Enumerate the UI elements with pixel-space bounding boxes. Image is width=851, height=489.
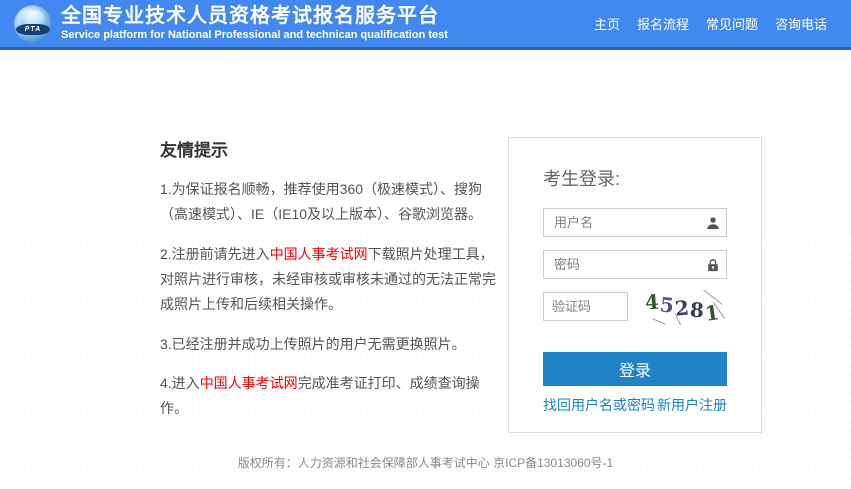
captcha-image[interactable]: 45281	[638, 290, 727, 326]
site-titles: 全国专业技术人员资格考试报名服务平台 Service platform for …	[61, 5, 448, 42]
captcha-digit: 4	[644, 290, 661, 315]
tip-item: 4.进入中国人事考试网完成准考证打印、成绩查询操作。	[160, 375, 480, 417]
login-button[interactable]: 登录	[543, 352, 727, 386]
captcha-row: 45281	[543, 290, 727, 326]
page-subtitle: Service platform for National Profession…	[61, 29, 448, 42]
cpta-site-link[interactable]: 中国人事考试网	[270, 246, 368, 262]
forgot-password-link[interactable]: 找回用户名或密码	[543, 395, 655, 415]
captcha-input[interactable]	[543, 292, 628, 321]
footer-copyright: 版权所有：人力资源和社会保障部人事考试中心 京ICP备13013060号-1	[237, 456, 614, 470]
register-link[interactable]: 新用户注册	[657, 395, 727, 415]
captcha-digit: 2	[674, 295, 691, 321]
login-card: 考生登录: 45281 登录 找回用户名或密码 新用户注册	[508, 137, 762, 433]
tip-item: 2.注册前请先进入中国人事考试网下载照片处理工具，对照片进行审核，未经审核或审核…	[160, 245, 496, 312]
username-field-wrap	[543, 208, 727, 237]
cpta-site-link[interactable]: 中国人事考试网	[200, 375, 298, 391]
nav-link-contact-phone[interactable]: 咨询电话	[775, 14, 827, 33]
password-field-wrap	[543, 250, 727, 279]
username-input[interactable]	[543, 208, 727, 237]
captcha-field-wrap	[543, 292, 628, 321]
captcha-noise-line	[651, 318, 666, 325]
tip-item: 3.已经注册并成功上传照片的用户无需更换照片。	[160, 335, 466, 352]
nav-link-registration-process[interactable]: 报名流程	[637, 14, 689, 33]
login-links-row: 找回用户名或密码 新用户注册	[543, 395, 727, 415]
login-heading: 考生登录:	[543, 169, 621, 189]
pta-logo-icon: PTA	[14, 4, 52, 43]
captcha-digit: 1	[703, 300, 721, 326]
password-input[interactable]	[543, 250, 727, 279]
tip-item: 1.为保证报名顺畅，推荐使用360（极速模式）、搜狗（高速模式）、IE（IE10…	[160, 181, 483, 222]
tips-section: 友情提示 1.为保证报名顺畅，推荐使用360（极速模式）、搜狗（高速模式）、IE…	[160, 136, 507, 436]
tips-heading: 友情提示	[160, 141, 228, 160]
nav-link-faq[interactable]: 常见问题	[706, 14, 758, 33]
tips-list: 1.为保证报名顺畅，推荐使用360（极速模式）、搜狗（高速模式）、IE（IE10…	[160, 177, 507, 421]
header-nav: 主页 报名流程 常见问题 咨询电话	[594, 14, 851, 33]
header: PTA 全国专业技术人员资格考试报名服务平台 Service platform …	[0, 0, 851, 50]
nav-link-home[interactable]: 主页	[594, 14, 620, 33]
pta-logo-text: PTA	[16, 23, 50, 35]
page-title: 全国专业技术人员资格考试报名服务平台	[61, 5, 439, 28]
